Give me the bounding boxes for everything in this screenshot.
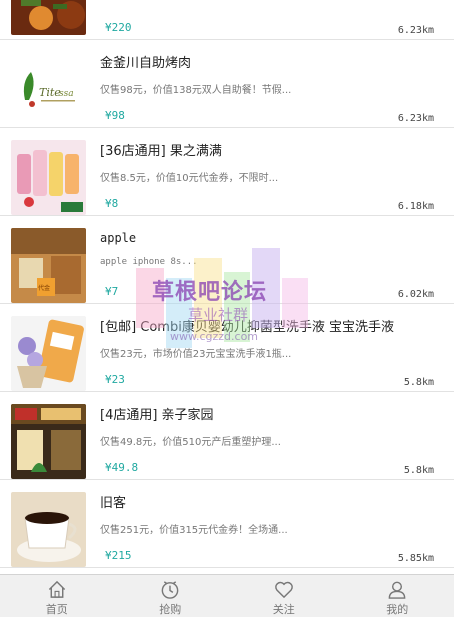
deal-price: ¥215 [105, 549, 132, 562]
heart-icon [274, 581, 293, 599]
deal-title: apple [100, 231, 137, 245]
coffee-thumbnail [11, 492, 86, 567]
deal-price: ¥7 [105, 285, 119, 298]
deal-distance: 6.02km [397, 289, 434, 300]
tab-home[interactable]: 首页 [0, 575, 114, 617]
home-icon [48, 580, 65, 598]
deal-title: [4店通用] 亲子家园 [100, 408, 214, 423]
deal-description: 仅售49.8元，价值510元产后重塑护理... [100, 437, 281, 448]
deal-price: ¥8 [105, 197, 119, 210]
handsoap-thumbnail [11, 316, 86, 391]
deal-distance: 5.85km [397, 553, 434, 564]
tab-flash-sale[interactable]: 抢购 [114, 575, 228, 617]
deal-price: ¥98 [105, 109, 125, 122]
room-thumbnail: 代金 [11, 228, 86, 303]
deal-price: ¥220 [105, 21, 132, 34]
deal-price: ¥49.8 [105, 461, 139, 474]
user-icon [388, 581, 406, 599]
tab-label: 首页 [45, 603, 68, 616]
deal-item[interactable]: [包邮] Combi康贝婴幼儿抑菌型洗手液 宝宝洗手液 仅售23元，市场价值23… [0, 304, 454, 392]
deal-item[interactable]: Tite ssa 金釜川自助烤肉 仅售98元，价值138元双人自助餐！节假...… [0, 40, 454, 128]
tab-profile[interactable]: 我的 [341, 575, 454, 617]
deal-item[interactable]: 代金 apple apple iphone 8s... ¥7 6.02km [0, 216, 454, 304]
svg-text:ssa: ssa [59, 89, 74, 99]
tab-label: 我的 [386, 603, 409, 616]
deal-distance: 6.23km [397, 25, 434, 36]
svg-text:代金: 代金 [38, 284, 50, 292]
food-thumbnail [11, 0, 86, 35]
deal-title: [36店通用] 果之满满 [100, 144, 222, 159]
deal-price: ¥23 [105, 373, 125, 386]
deal-title: [包邮] Combi康贝婴幼儿抑菌型洗手液 宝宝洗手液 [100, 320, 394, 335]
deal-item[interactable]: [36店通用] 果之满满 仅售8.5元，价值10元代金券，不限时... ¥8 6… [0, 128, 454, 216]
deal-description: apple iphone 8s... [100, 257, 198, 267]
deal-description: 仅售98元，价值138元双人自助餐！节假... [100, 85, 292, 96]
deal-title: 旧客 [100, 496, 127, 511]
svg-text:Tite: Tite [39, 86, 61, 99]
deal-description: 仅售8.5元，价值10元代金券，不限时... [100, 173, 279, 184]
deal-distance: 5.8km [403, 465, 434, 476]
deal-description: 仅售23元，市场价值23元宝宝洗手液1瓶... [100, 349, 292, 360]
deal-item[interactable]: [4店通用] 亲子家园 仅售49.8元，价值510元产后重塑护理... ¥49.… [0, 392, 454, 480]
deal-item[interactable]: ¥220 6.23km [0, 0, 454, 40]
logo-thumbnail: Tite ssa [11, 48, 86, 123]
tab-label: 关注 [272, 603, 295, 616]
deal-description: 仅售251元，价值315元代金券！全场通... [100, 525, 288, 536]
deal-item[interactable]: 旧客 仅售251元，价值315元代金券！全场通... ¥215 5.85km [0, 480, 454, 568]
tab-label: 抢购 [159, 603, 182, 616]
deal-title: 金釜川自助烤肉 [100, 56, 192, 71]
clock-icon [161, 581, 179, 599]
storefront-thumbnail [11, 404, 86, 479]
deal-distance: 6.18km [397, 201, 434, 212]
deal-distance: 5.8km [403, 377, 434, 388]
bottom-tab-bar: 首页 抢购 关注 我的 [0, 574, 454, 617]
tab-favorites[interactable]: 关注 [227, 575, 341, 617]
deal-list: ¥220 6.23km Tite ssa 金釜川自助烤肉 仅售98元，价值138… [0, 0, 454, 574]
smoothie-thumbnail [11, 140, 86, 215]
deal-distance: 6.23km [397, 113, 434, 124]
